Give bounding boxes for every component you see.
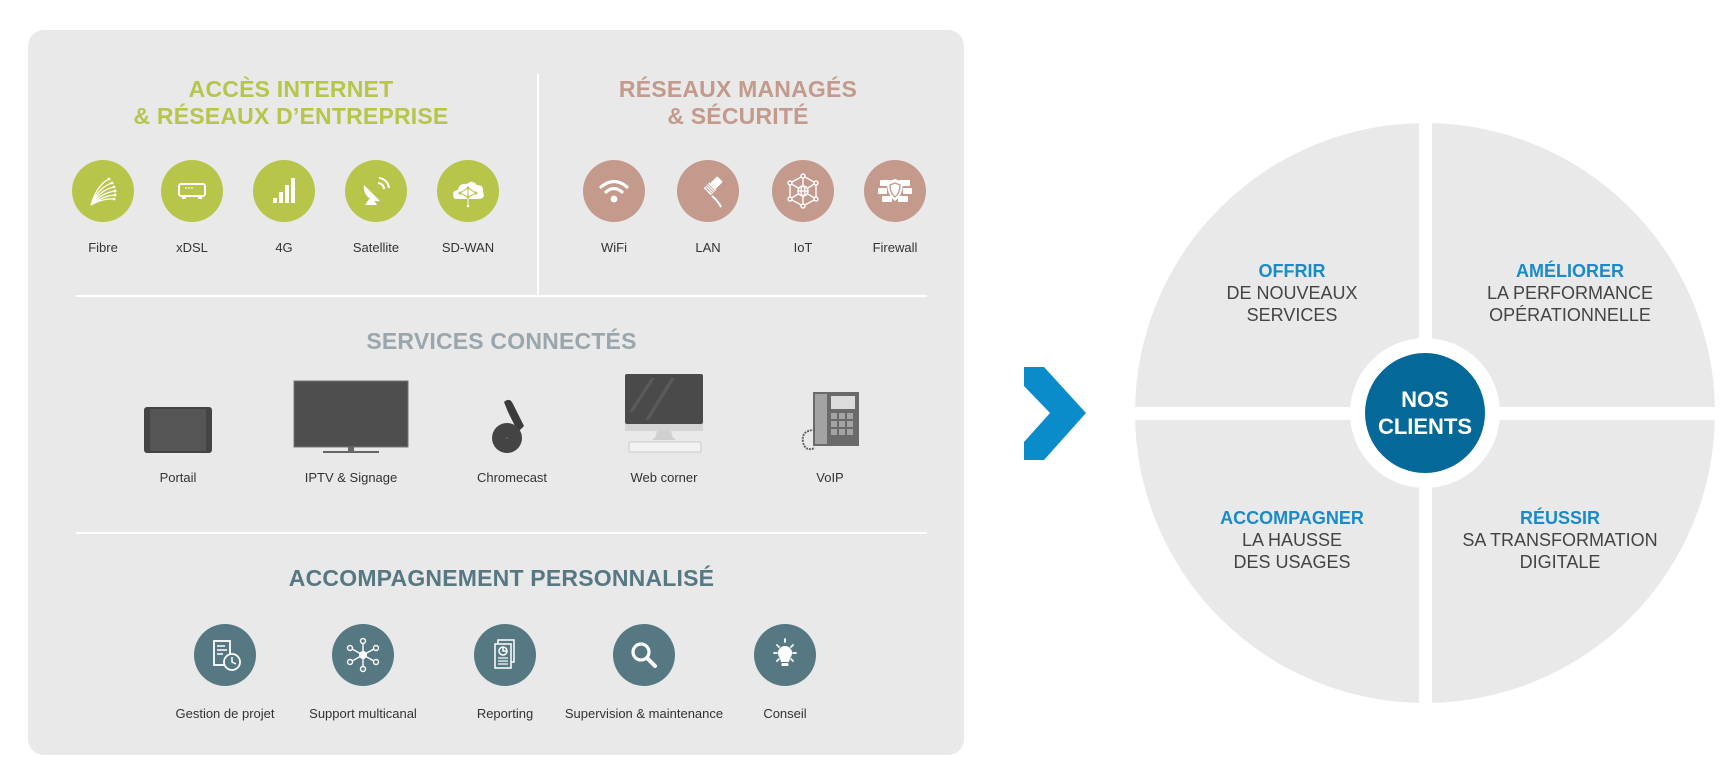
quadrant-accompagner: ACCOMPAGNER LA HAUSSE DES USAGES bbox=[1172, 507, 1412, 573]
badge-line: NOS bbox=[1401, 387, 1449, 412]
quadrant-heading: OFFRIR bbox=[1258, 261, 1326, 281]
quadrant-line: LA PERFORMANCE bbox=[1486, 283, 1654, 303]
quadrant-line: LA HAUSSE bbox=[1241, 530, 1343, 550]
quadrant-line: DE NOUVEAUX bbox=[1226, 283, 1358, 303]
quadrant-line: DES USAGES bbox=[1233, 552, 1351, 572]
quadrant-offrir: OFFRIR DE NOUVEAUX SERVICES bbox=[1172, 260, 1412, 326]
quadrant-bottom-left bbox=[1135, 420, 1419, 703]
quadrant-heading: AMÉLIORER bbox=[1516, 261, 1624, 281]
quadrant-line: SERVICES bbox=[1246, 305, 1338, 325]
quadrant-line: OPÉRATIONNELLE bbox=[1489, 305, 1651, 325]
quadrant-reussir: RÉUSSIR SA TRANSFORMATION DIGITALE bbox=[1440, 507, 1680, 573]
quadrant-heading: ACCOMPAGNER bbox=[1220, 508, 1364, 528]
quadrant-line: DIGITALE bbox=[1519, 552, 1601, 572]
quadrant-line: SA TRANSFORMATION bbox=[1462, 530, 1658, 550]
quadrant-ameliorer: AMÉLIORER LA PERFORMANCE OPÉRATIONNELLE bbox=[1450, 260, 1690, 326]
nos-clients-badge: NOS CLIENTS bbox=[1365, 353, 1485, 473]
quadrant-heading: RÉUSSIR bbox=[1519, 508, 1600, 528]
badge-line: CLIENTS bbox=[1377, 414, 1473, 439]
